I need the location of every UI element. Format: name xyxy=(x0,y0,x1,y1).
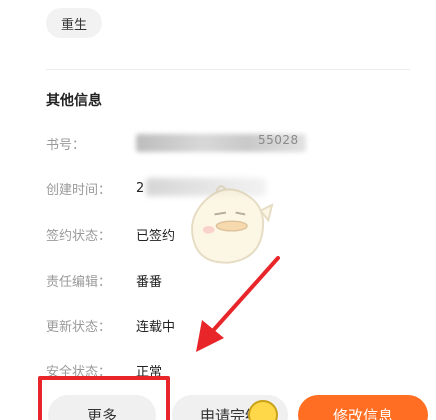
highlight-box-annotation xyxy=(38,376,170,420)
edit-info-button[interactable]: 修改信息 xyxy=(298,395,428,420)
arrow-annotation xyxy=(196,256,280,352)
edit-info-button-label: 修改信息 xyxy=(332,406,393,420)
